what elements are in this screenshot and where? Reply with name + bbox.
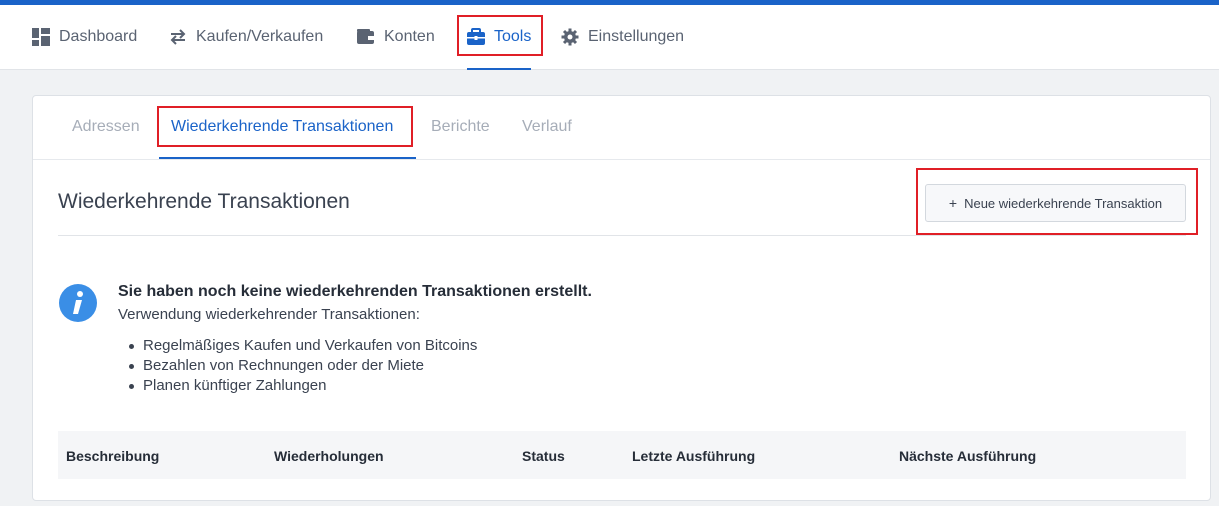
tab-history[interactable]: Verlauf bbox=[522, 118, 572, 136]
list-item: Regelmäßiges Kaufen und Verkaufen von Bi… bbox=[125, 336, 477, 356]
plus-icon: + bbox=[948, 195, 958, 211]
column-header-description[interactable]: Beschreibung bbox=[66, 448, 159, 464]
tab-reports[interactable]: Berichte bbox=[431, 118, 490, 136]
empty-state-subtitle: Verwendung wiederkehrender Transaktionen… bbox=[118, 306, 420, 323]
exchange-arrows-icon bbox=[169, 28, 187, 46]
wallet-icon bbox=[357, 28, 375, 46]
nav-tools[interactable]: Tools bbox=[467, 5, 531, 69]
nav-settings[interactable]: Einstellungen bbox=[561, 5, 684, 69]
nav-settings-label: Einstellungen bbox=[588, 28, 685, 45]
transactions-table-header: Beschreibung Wiederholungen Status Letzt… bbox=[58, 431, 1186, 479]
nav-tools-label: Tools bbox=[494, 28, 532, 45]
column-header-last-run[interactable]: Letzte Ausführung bbox=[632, 448, 755, 464]
new-recurring-transaction-label: Neue wiederkehrende Transaktion bbox=[964, 195, 1163, 211]
gear-icon bbox=[561, 28, 579, 46]
column-header-status[interactable]: Status bbox=[522, 448, 565, 464]
subtab-active-underline bbox=[159, 157, 416, 159]
main-navbar: Dashboard Kaufen/Verkaufen Konten Tools … bbox=[0, 5, 1219, 70]
list-item: Bezahlen von Rechnungen oder der Miete bbox=[125, 356, 477, 376]
nav-dashboard-label: Dashboard bbox=[59, 28, 138, 45]
nav-buy-sell-label: Kaufen/Verkaufen bbox=[196, 28, 324, 45]
column-header-repetitions[interactable]: Wiederholungen bbox=[274, 448, 384, 464]
tools-subtabs: Adressen Wiederkehrende Transaktionen Be… bbox=[33, 96, 1210, 160]
tools-card: Adressen Wiederkehrende Transaktionen Be… bbox=[32, 95, 1211, 501]
nav-buy-sell[interactable]: Kaufen/Verkaufen bbox=[169, 5, 323, 69]
nav-accounts[interactable]: Konten bbox=[357, 5, 435, 69]
tab-addresses[interactable]: Adressen bbox=[72, 118, 140, 136]
nav-dashboard[interactable]: Dashboard bbox=[32, 5, 137, 69]
section-title: Wiederkehrende Transaktionen bbox=[58, 190, 350, 213]
briefcase-icon bbox=[467, 28, 485, 46]
list-item: Planen künftiger Zahlungen bbox=[125, 376, 477, 396]
nav-active-underline bbox=[467, 68, 531, 70]
usage-list: Regelmäßiges Kaufen und Verkaufen von Bi… bbox=[125, 336, 477, 396]
section-divider bbox=[58, 235, 1186, 236]
tab-recurring-transactions[interactable]: Wiederkehrende Transaktionen bbox=[171, 118, 393, 136]
info-icon bbox=[59, 284, 97, 322]
dashboard-icon bbox=[32, 28, 50, 46]
new-recurring-transaction-button[interactable]: + Neue wiederkehrende Transaktion bbox=[925, 184, 1186, 222]
column-header-next-run[interactable]: Nächste Ausführung bbox=[899, 448, 1036, 464]
empty-state-heading: Sie haben noch keine wiederkehrenden Tra… bbox=[118, 283, 592, 300]
nav-accounts-label: Konten bbox=[384, 28, 435, 45]
